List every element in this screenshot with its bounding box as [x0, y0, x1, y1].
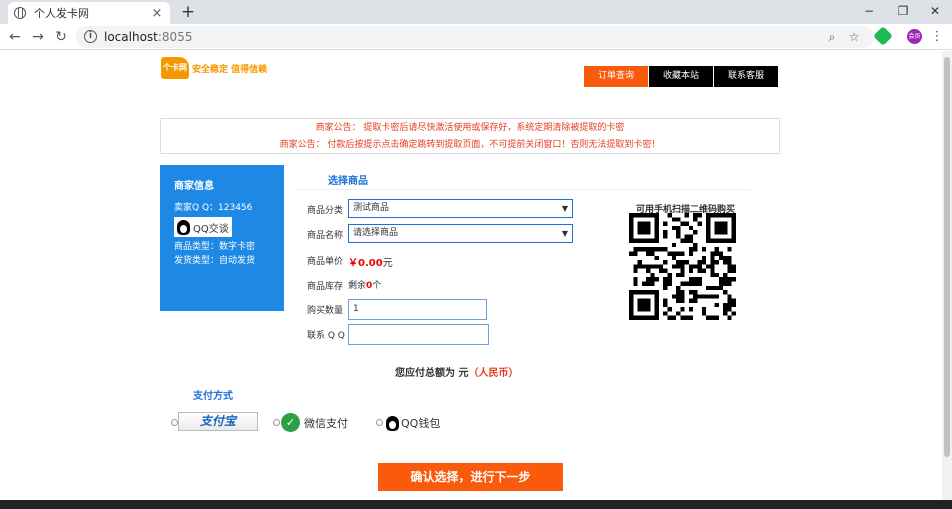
- nav-contact-service[interactable]: 联系客服: [714, 66, 778, 87]
- tab-close-icon[interactable]: ×: [150, 6, 164, 21]
- merchant-info-panel: 商家信息 卖家Q Q：123456 QQ交谈 商品类型：数字卡密 发货类型：自动…: [160, 165, 284, 311]
- forward-arrow-icon[interactable]: →: [28, 27, 48, 47]
- category-select[interactable]: 测试商品 ▼: [348, 199, 573, 218]
- browser-toolbar: ← → ↻ i localhost:8055 ⌕ ☆: [0, 24, 952, 50]
- product-name-label: 商品名称: [307, 231, 344, 241]
- chevron-down-icon: ▼: [561, 204, 568, 213]
- stock-label: 商品库存: [307, 282, 344, 292]
- notice-line: 商家公告： 提取卡密后请尽快激活使用或保存好，系统定期清除被提取的卡密: [315, 123, 625, 133]
- browser-tab[interactable]: 个人发卡网 ×: [8, 2, 170, 24]
- merchant-product-type: 商品类型：数字卡密: [174, 242, 256, 252]
- merchant-notice: 商家公告： 提取卡密后请尽快激活使用或保存好，系统定期清除被提取的卡密 商家公告…: [160, 118, 780, 154]
- site-logo[interactable]: 个卡网 安全稳定 值得信赖: [161, 57, 267, 79]
- wechat-radio[interactable]: [273, 419, 280, 426]
- qr-code: [629, 213, 736, 320]
- zoom-search-icon[interactable]: ⌕: [824, 29, 840, 45]
- quantity-label: 购买数量: [307, 306, 344, 316]
- category-label: 商品分类: [307, 206, 344, 216]
- confirm-next-button[interactable]: 确认选择，进行下一步: [378, 463, 563, 491]
- globe-icon: [14, 7, 26, 19]
- nav-bookmark-site[interactable]: 收藏本站: [649, 66, 713, 87]
- tab-title: 个人发卡网: [34, 7, 89, 20]
- top-nav: 订单查询 收藏本站 联系客服: [584, 66, 779, 87]
- alipay-radio[interactable]: [171, 419, 178, 426]
- logo-slogan: 安全稳定 值得信赖: [192, 64, 268, 75]
- price-value: ￥0.00元: [348, 258, 393, 269]
- reload-icon[interactable]: ↻: [51, 27, 71, 47]
- info-icon[interactable]: i: [84, 30, 97, 43]
- section-divider: [296, 189, 751, 190]
- bookmark-star-icon[interactable]: ☆: [846, 29, 862, 45]
- scrollbar-thumb[interactable]: [944, 57, 950, 457]
- payment-method-title: 支付方式: [193, 391, 233, 402]
- qq-penguin-icon: [386, 415, 399, 431]
- back-arrow-icon[interactable]: ←: [5, 27, 25, 47]
- merchant-info-title: 商家信息: [174, 181, 214, 192]
- nav-order-query[interactable]: 订单查询: [584, 66, 648, 87]
- browser-tab-bar: 个人发卡网 × + − ❐ ✕: [0, 0, 952, 24]
- contact-qq-label: 联系 Q Q: [307, 331, 345, 341]
- total-amount: 您应付总额为 元（人民币）: [395, 368, 519, 379]
- qq-wallet-option[interactable]: QQ钱包: [386, 415, 440, 431]
- section-title-select-product: 选择商品: [328, 176, 368, 187]
- quantity-input[interactable]: 1: [348, 299, 487, 320]
- logo-mark: 个卡网: [161, 57, 189, 79]
- page-scrollbar[interactable]: [942, 51, 952, 500]
- notice-line: 商家公告： 付款后按提示点击确定跳转到提取页面，不可提前关闭窗口！否则无法提取到…: [279, 140, 661, 150]
- browser-menu-icon[interactable]: ⋮: [930, 28, 944, 46]
- page-footer: [0, 500, 952, 509]
- qq-penguin-icon: [177, 219, 190, 235]
- chevron-down-icon: ▼: [561, 229, 568, 238]
- profile-avatar[interactable]: 会员: [907, 29, 922, 44]
- wechat-icon: ✓: [281, 413, 300, 432]
- contact-qq-input[interactable]: [348, 324, 489, 345]
- qqwallet-radio[interactable]: [376, 419, 383, 426]
- wechat-pay-option[interactable]: ✓ 微信支付: [281, 413, 348, 432]
- price-label: 商品单价: [307, 257, 344, 267]
- minimize-button[interactable]: −: [852, 0, 886, 24]
- address-bar[interactable]: i localhost:8055 ⌕ ☆: [76, 26, 874, 48]
- maximize-button[interactable]: ❐: [886, 0, 920, 24]
- url-text[interactable]: localhost:8055: [104, 30, 192, 44]
- product-name-select[interactable]: 请选择商品 ▼: [348, 224, 573, 243]
- window-close-button[interactable]: ✕: [918, 0, 952, 24]
- merchant-ship-type: 发货类型：自动发货: [174, 256, 256, 266]
- stock-value: 剩余0个: [348, 281, 382, 291]
- alipay-logo[interactable]: 支付宝: [178, 412, 258, 431]
- qq-talk-button[interactable]: QQ交谈: [174, 217, 232, 237]
- merchant-qq: 卖家Q Q：123456: [174, 203, 253, 213]
- new-tab-button[interactable]: +: [178, 2, 198, 22]
